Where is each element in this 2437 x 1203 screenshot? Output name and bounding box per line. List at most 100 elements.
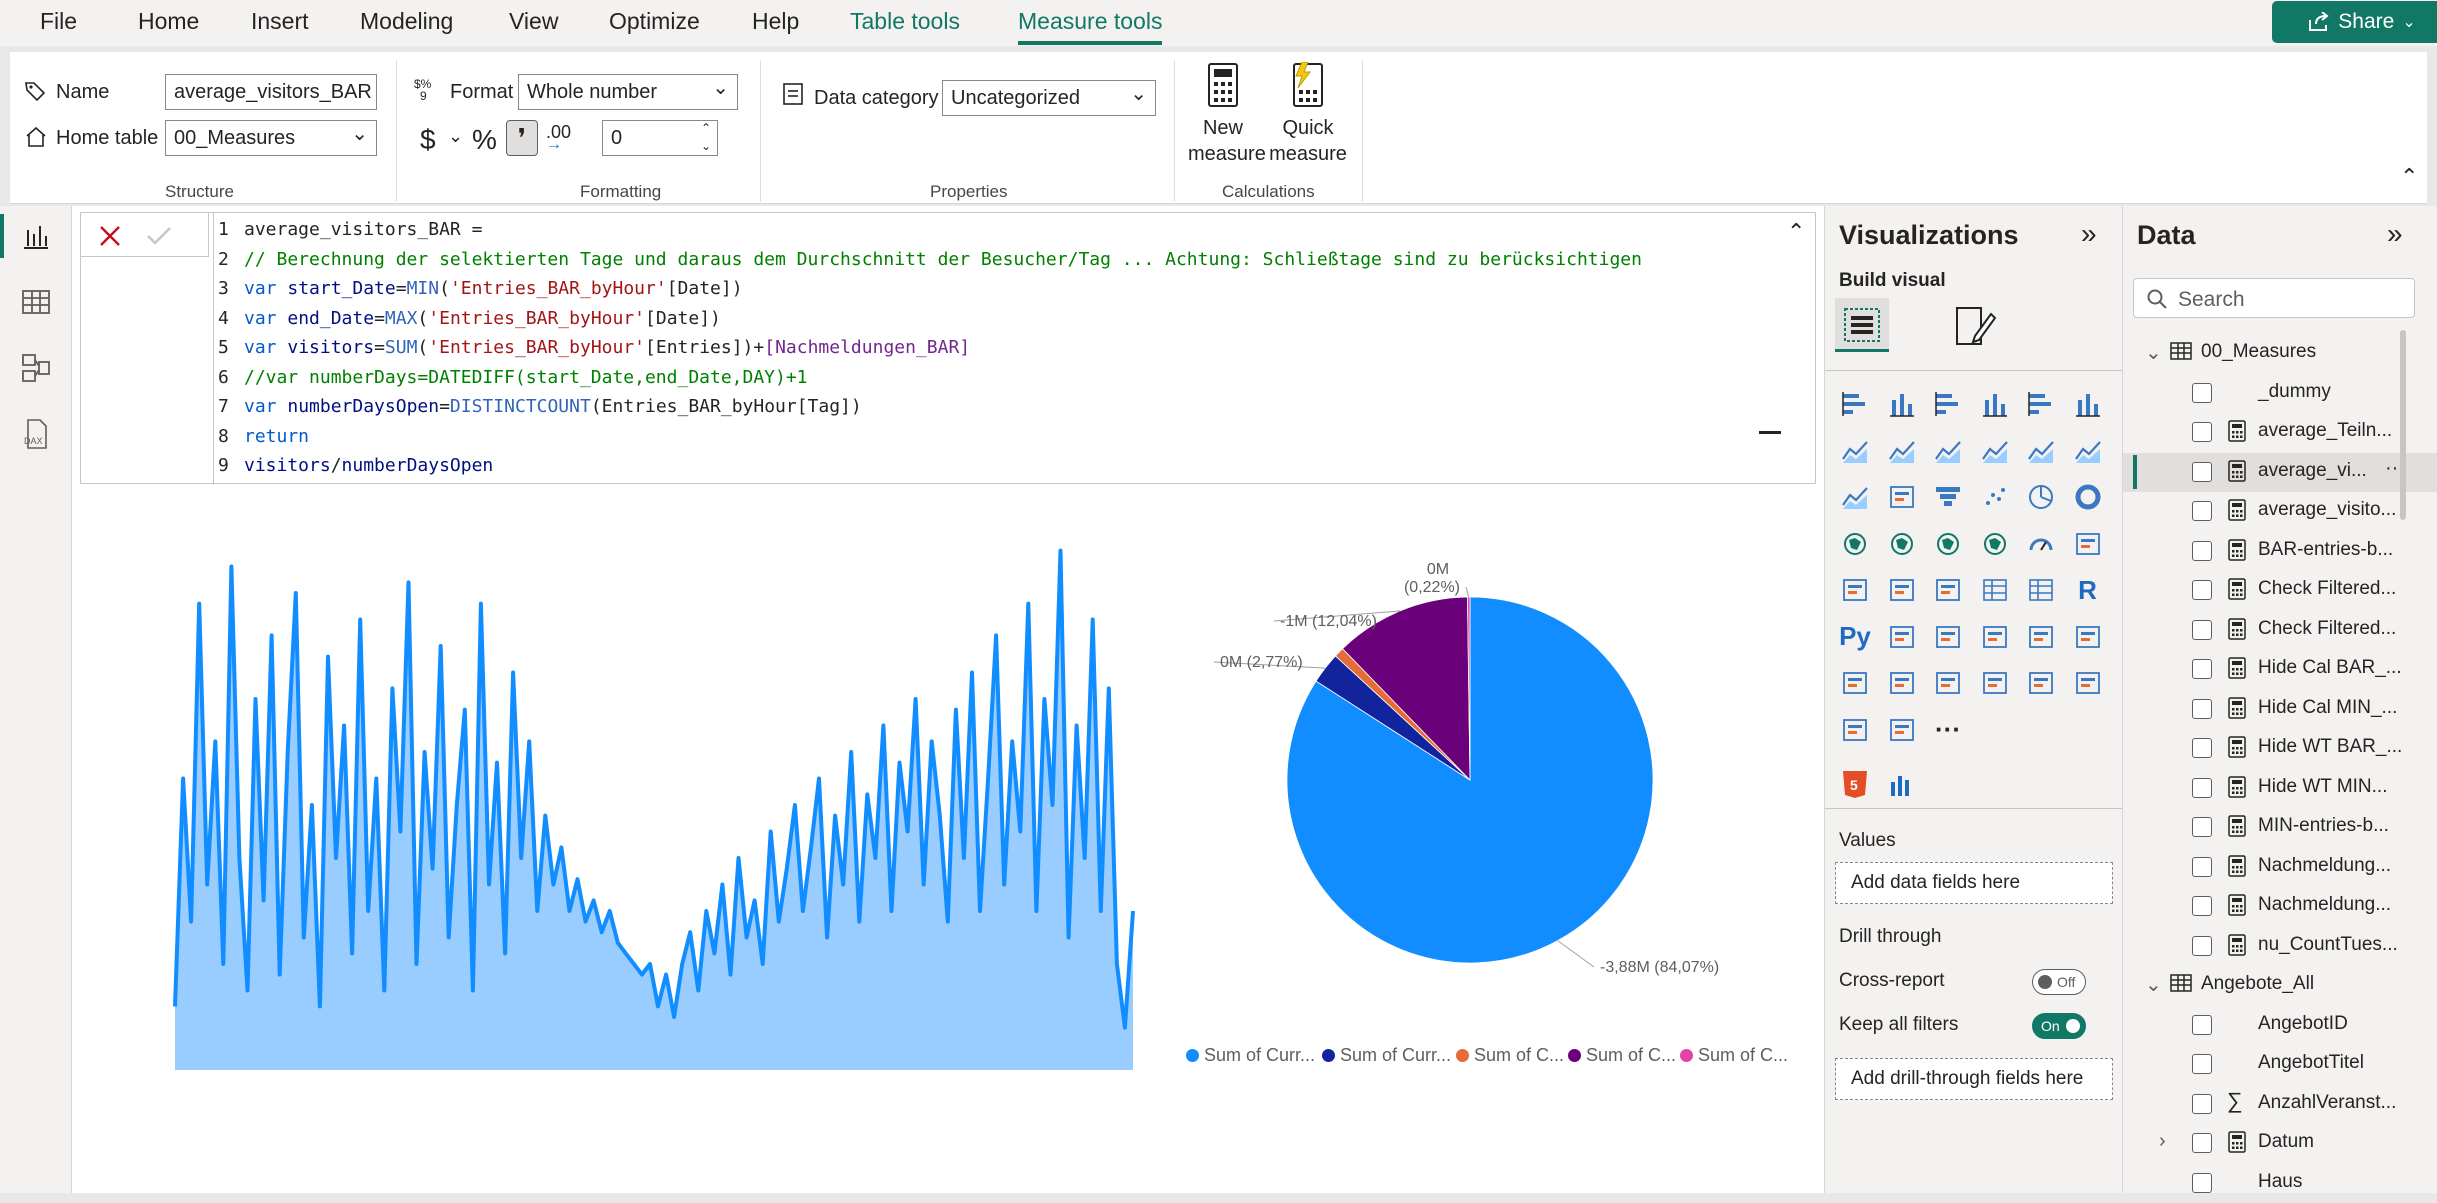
field-item[interactable]: average_vi... ···: [2123, 452, 2437, 492]
menu-view[interactable]: View: [509, 8, 558, 35]
line-column-icon[interactable]: [2023, 433, 2059, 469]
menu-optimize[interactable]: Optimize: [609, 8, 700, 35]
menu-modeling[interactable]: Modeling: [360, 8, 453, 35]
smart-narrative-icon[interactable]: [2023, 619, 2059, 655]
qa-icon[interactable]: [1977, 619, 2013, 655]
legend-item[interactable]: Sum of Curr...: [1186, 1045, 1315, 1066]
field-item[interactable]: Hide WT MIN...: [2123, 769, 2437, 808]
field-checkbox[interactable]: [2192, 422, 2212, 442]
100-stacked-area-icon[interactable]: [1977, 433, 2013, 469]
area-chart-icon[interactable]: [1884, 433, 1920, 469]
search-box[interactable]: Search: [2133, 278, 2415, 318]
field-checkbox[interactable]: [2192, 1093, 2212, 1114]
legend-item[interactable]: Sum of C...: [1680, 1045, 1788, 1066]
kpi-icon[interactable]: [1884, 572, 1920, 608]
field-item[interactable]: AngebotTitel: [2123, 1045, 2437, 1084]
field-checkbox[interactable]: [2192, 935, 2212, 956]
donut-icon[interactable]: [2070, 479, 2106, 515]
add-data-fields-button[interactable]: Add data fields here: [1835, 862, 2113, 904]
matrix-icon[interactable]: [2023, 572, 2059, 608]
field-checkbox[interactable]: [2192, 580, 2212, 600]
powerapps-icon[interactable]: [1930, 665, 1966, 701]
field-checkbox[interactable]: [2192, 382, 2212, 403]
menu-table-tools[interactable]: Table tools: [850, 8, 960, 35]
stacked-column-icon[interactable]: [1884, 386, 1920, 422]
add-drill-through-fields-button[interactable]: Add drill-through fields here: [1835, 1058, 2113, 1100]
paginated-report-icon[interactable]: [1837, 665, 1873, 701]
100-stacked-bar-icon[interactable]: [2023, 386, 2059, 422]
stacked-bar-icon[interactable]: [1837, 386, 1873, 422]
field-item[interactable]: Nachmeldung...: [2123, 887, 2437, 926]
menu-help[interactable]: Help: [752, 8, 799, 35]
azure-map-icon[interactable]: [1977, 526, 2013, 562]
field-checkbox[interactable]: [2192, 896, 2212, 916]
field-item[interactable]: AngebotID: [2123, 1006, 2437, 1045]
share-button[interactable]: Share ⌄: [2272, 1, 2437, 43]
quick-measure-button[interactable]: Quick measure: [1268, 61, 1348, 167]
scatter-icon[interactable]: [1977, 479, 2013, 515]
key-influencers-icon[interactable]: [1884, 619, 1920, 655]
field-checkbox[interactable]: [2192, 856, 2212, 877]
field-item[interactable]: Check Filtered...: [2123, 571, 2437, 610]
collapse-ribbon-icon[interactable]: ⌃: [2400, 164, 2418, 190]
gantt-icon[interactable]: [1884, 712, 1920, 748]
menu-insert[interactable]: Insert: [251, 8, 309, 35]
line-chart-icon[interactable]: [1837, 433, 1873, 469]
card-icon[interactable]: [2070, 526, 2106, 562]
menu-measure-tools[interactable]: Measure tools: [1018, 8, 1163, 45]
line-stacked-column-icon[interactable]: [2070, 433, 2106, 469]
comma-button[interactable]: ❜: [506, 120, 538, 156]
table-node[interactable]: ⌄ 00_Measures: [2123, 334, 2437, 373]
field-item[interactable]: Haus: [2123, 1164, 2437, 1203]
field-item[interactable]: Nachmeldung...: [2123, 848, 2437, 887]
stacked-area-icon[interactable]: [1930, 433, 1966, 469]
legend-item[interactable]: Sum of C...: [1568, 1045, 1676, 1066]
custom-bar-visual-icon[interactable]: [1883, 766, 1919, 802]
treemap-icon[interactable]: [1837, 526, 1873, 562]
field-checkbox[interactable]: [2192, 1172, 2212, 1193]
field-item[interactable]: _dummy: [2123, 374, 2437, 413]
power-apps-icon[interactable]: [2023, 665, 2059, 701]
collapse-pane-icon[interactable]: »: [2081, 218, 2097, 250]
dax-code-editor[interactable]: 1 average_visitors_BAR = 2 // Berechnung de…: [213, 213, 1817, 485]
pie-icon[interactable]: [2023, 479, 2059, 515]
pie-chart[interactable]: -3,88M (84,07%) 0M (2,77%) -1M (12,04%) 0M(…: [1190, 540, 1820, 980]
field-item[interactable]: BAR-entries-b...: [2123, 532, 2437, 571]
field-checkbox[interactable]: [2192, 1133, 2212, 1153]
commit-icon[interactable]: [145, 225, 173, 247]
field-checkbox[interactable]: [2192, 461, 2212, 482]
field-item[interactable]: › Datum: [2123, 1124, 2437, 1163]
keep-filters-toggle[interactable]: On: [2032, 1013, 2086, 1039]
funnel-icon[interactable]: [1930, 479, 1966, 515]
field-checkbox[interactable]: [2192, 501, 2212, 521]
field-item[interactable]: Hide Cal MIN_...: [2123, 690, 2437, 729]
ribbon-chart-icon[interactable]: [1837, 479, 1873, 515]
field-checkbox[interactable]: [2192, 659, 2212, 679]
100-stacked-column-icon[interactable]: [2070, 386, 2106, 422]
new-measure-button[interactable]: New measure: [1188, 62, 1266, 167]
waterfall-icon[interactable]: [1884, 479, 1920, 515]
field-checkbox[interactable]: [2192, 698, 2212, 719]
filled-map-icon[interactable]: [1930, 526, 1966, 562]
power-automate-icon[interactable]: [1884, 665, 1920, 701]
metrics-icon[interactable]: [2070, 619, 2106, 655]
card-new-icon[interactable]: [1977, 665, 2013, 701]
report-view-icon[interactable]: [20, 220, 52, 252]
collapse-formula-icon[interactable]: ⌃: [1787, 219, 1805, 245]
measure-name-input[interactable]: average_visitors_BAR: [165, 74, 377, 110]
percent-button[interactable]: %: [472, 124, 497, 156]
clustered-bar-icon[interactable]: [1930, 386, 1966, 422]
data-pane-scrollbar[interactable]: [2400, 330, 2406, 520]
field-item[interactable]: nu_CountTues...: [2123, 927, 2437, 966]
narrative-icon[interactable]: [2070, 665, 2106, 701]
field-item[interactable]: average_visito...: [2123, 492, 2437, 531]
field-item[interactable]: Hide Cal BAR_...: [2123, 650, 2437, 689]
field-item[interactable]: MIN-entries-b...: [2123, 808, 2437, 847]
chevron-down-icon[interactable]: ⌄: [2145, 340, 2162, 365]
chevron-right-icon[interactable]: ›: [2159, 1130, 2166, 1153]
area-chart[interactable]: [170, 530, 1138, 1075]
build-visual-tab[interactable]: [1835, 298, 1889, 352]
field-checkbox[interactable]: [2192, 1054, 2212, 1074]
more-visuals-icon[interactable]: ···: [1930, 712, 1966, 748]
stepper-arrows-icon[interactable]: ⌃ ⌄: [701, 119, 711, 155]
